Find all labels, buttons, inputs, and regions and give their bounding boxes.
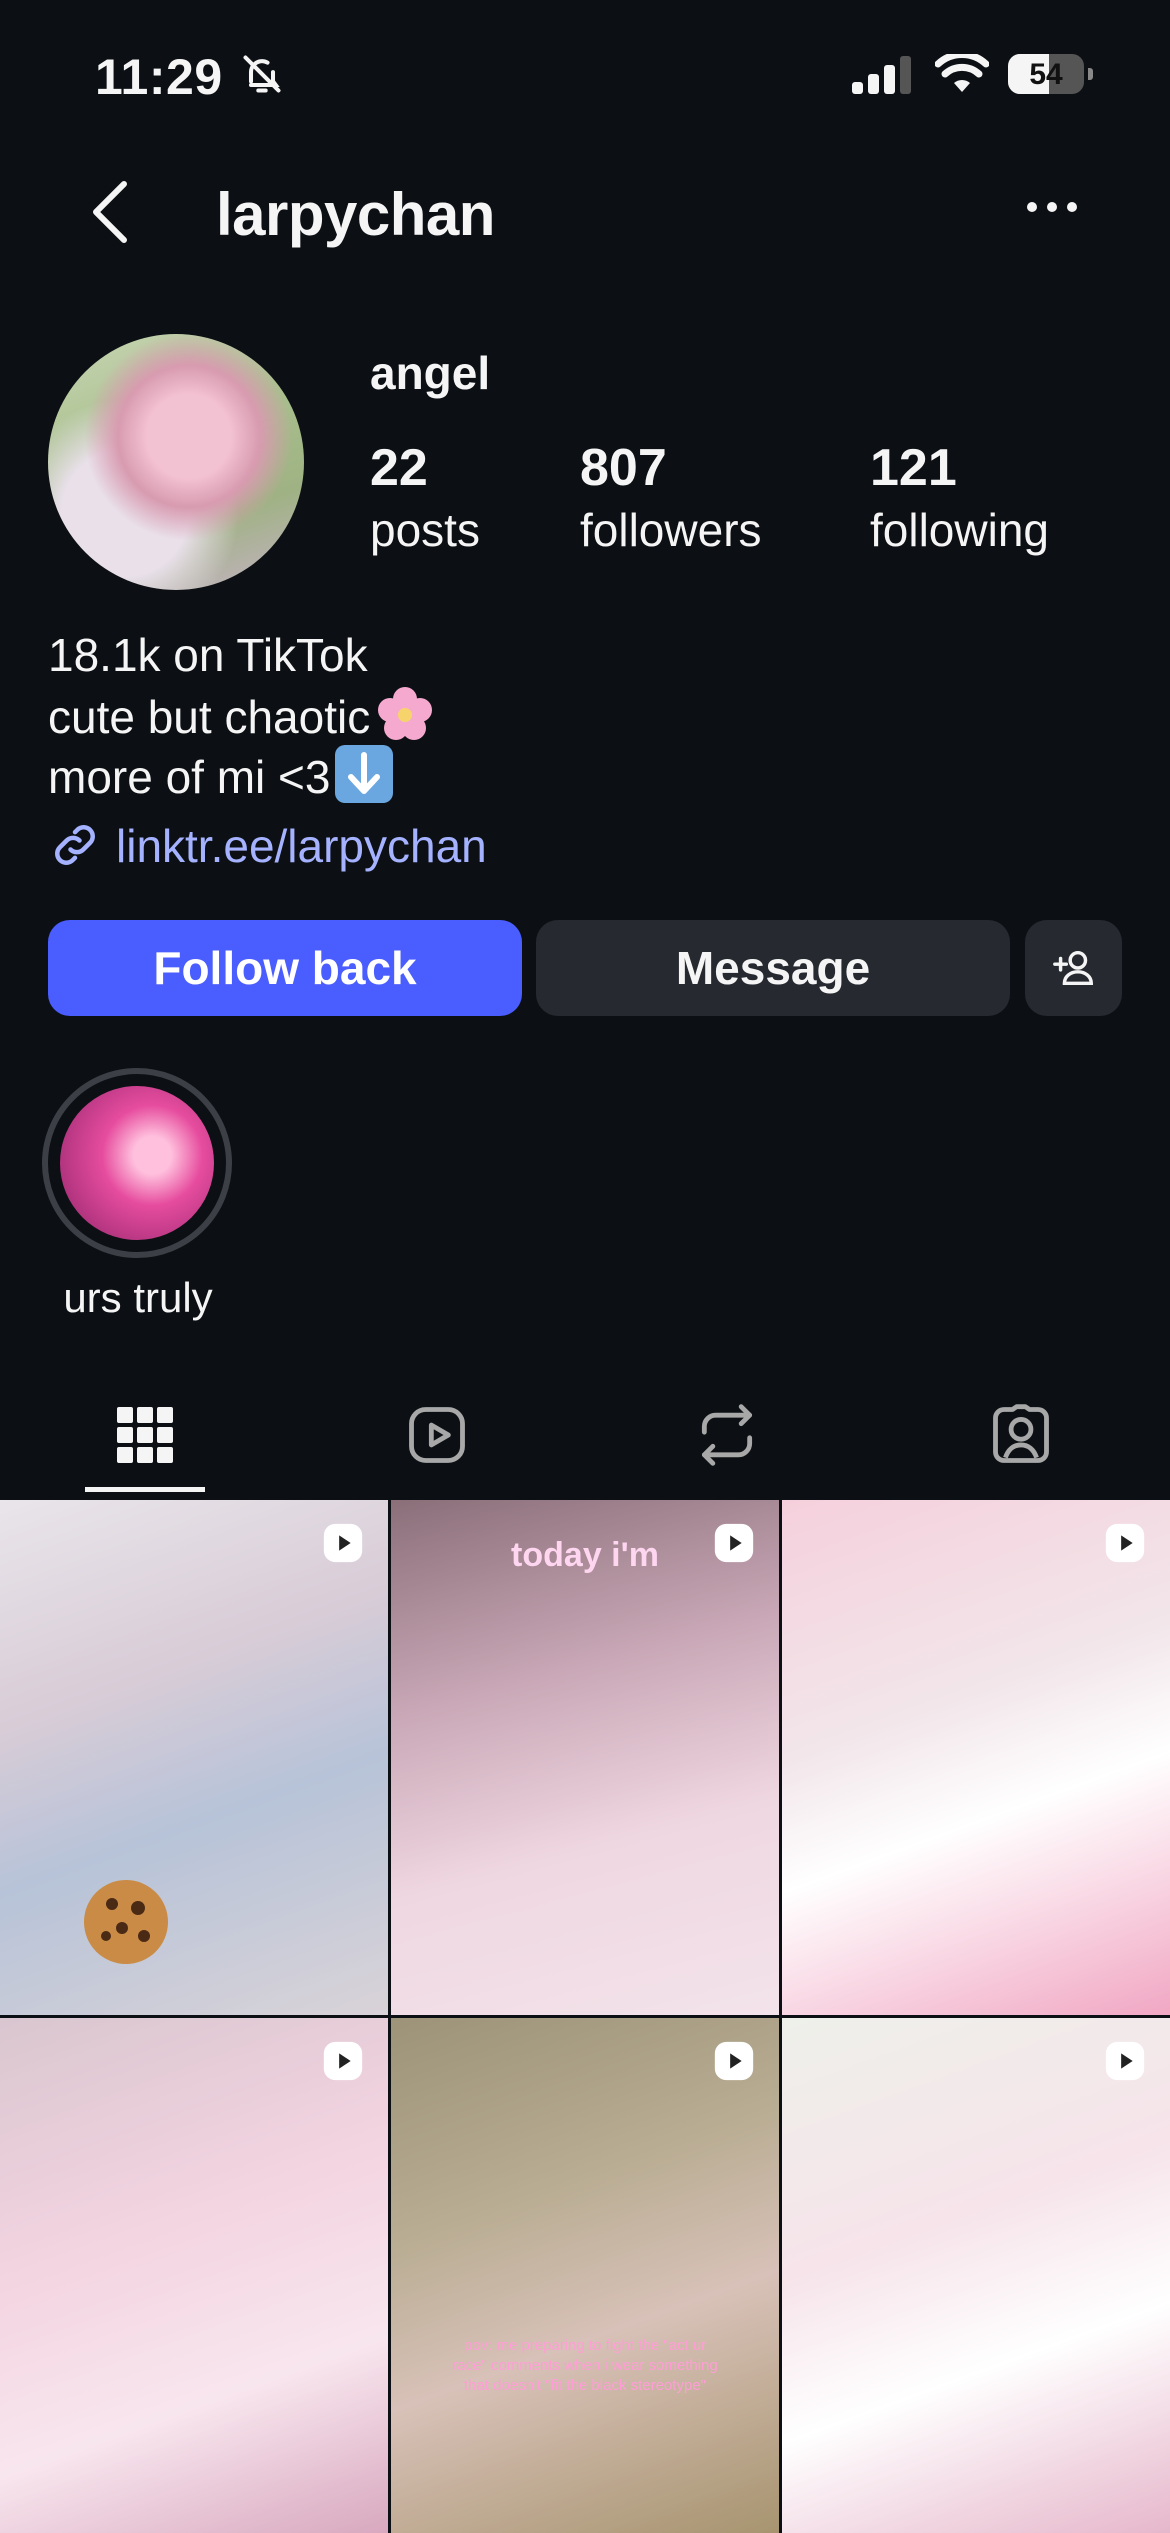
post-tile[interactable] [782,1500,1170,2015]
cherry-blossom-icon [376,685,434,743]
post-tile[interactable]: today i'm [391,1500,779,2015]
profile-username: larpychan [216,181,495,248]
bio-line: more of mi <3 [48,751,331,803]
battery-tip [1088,68,1093,80]
post-tile[interactable]: pov: me preparing to fight the "act ur r… [391,2018,779,2533]
tab-reels[interactable] [392,1390,482,1480]
reel-icon [1105,2041,1145,2081]
status-time: 11:29 [95,49,223,105]
story-highlight-cover[interactable] [60,1086,214,1240]
bio-link-text[interactable]: linktr.ee/larpychan [116,820,487,872]
cookie-icon [84,1880,168,1964]
cellular-signal-icon [852,56,914,99]
reel-icon [323,1523,363,1563]
post-tile[interactable] [0,1500,388,2015]
reel-icon [323,2041,363,2081]
following-label[interactable]: following [870,503,1049,557]
bio-line-with-flower: cute but chaotic [48,685,434,747]
battery-level: 54 [1029,58,1063,91]
message-button[interactable]: Message [536,920,1010,1016]
bio-link[interactable]: linktr.ee/larpychan [48,818,487,873]
profile-avatar[interactable] [48,334,304,590]
down-arrow-icon [334,745,393,803]
add-user-icon [1052,950,1093,986]
more-options-icon[interactable] [1026,200,1078,218]
active-tab-indicator [85,1487,205,1492]
bio-line-with-arrow: more of mi <3 [48,745,393,807]
tab-tagged[interactable] [976,1390,1066,1480]
post-tile[interactable] [0,2018,388,2533]
reels-icon [409,1407,465,1463]
reposts-icon [701,1404,753,1466]
reel-icon [714,1523,754,1563]
reel-icon [1105,1523,1145,1563]
followers-label[interactable]: followers [580,503,762,557]
posts-label[interactable]: posts [370,503,480,557]
tagged-icon [993,1404,1049,1463]
post-tile[interactable] [782,2018,1170,2533]
tab-grid[interactable] [100,1390,190,1480]
followers-count[interactable]: 807 [580,438,667,498]
suggested-users-button[interactable] [1025,920,1122,1016]
follow-back-button[interactable]: Follow back [48,920,522,1016]
back-chevron-icon[interactable] [88,180,132,249]
posts-count[interactable]: 22 [370,438,428,498]
following-count[interactable]: 121 [870,438,957,498]
bio-line: 18.1k on TikTok [48,629,368,681]
battery-icon: 54 [1008,54,1084,94]
story-highlight-label[interactable]: urs truly [0,1274,276,1322]
bio-line: cute but chaotic [48,691,371,743]
post-overlay-text: pov: me preparing to fight the "act ur r… [452,2337,718,2394]
link-icon [55,825,95,865]
reel-icon [714,2041,754,2081]
display-name: angel [370,347,491,399]
wifi-icon [934,51,990,99]
tab-reposts[interactable] [682,1390,772,1480]
bell-muted-icon [240,52,284,101]
grid-icon [117,1407,173,1463]
